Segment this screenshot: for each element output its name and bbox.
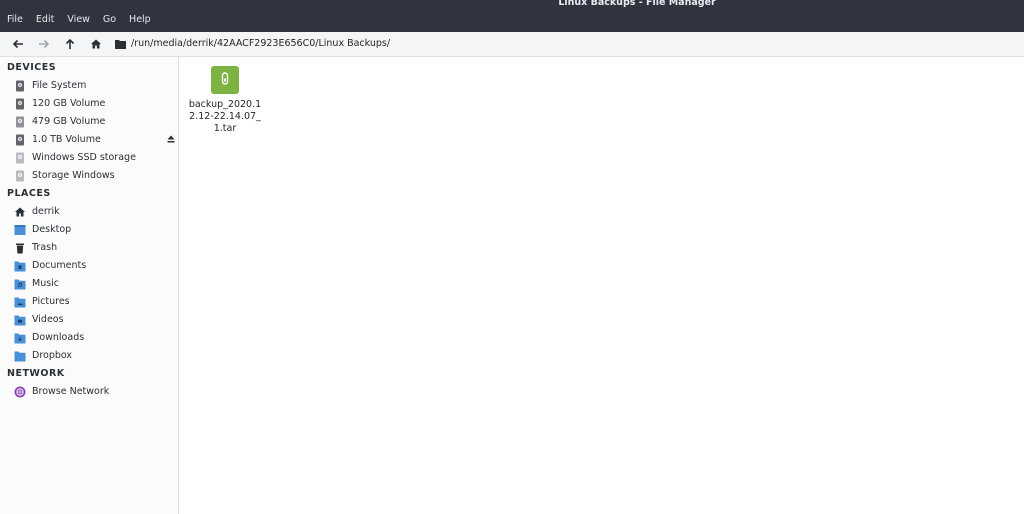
title-bar: Linux Backups - File Manager File Edit V… xyxy=(0,0,1024,32)
sidebar-item-label: Videos xyxy=(32,314,64,325)
sidebar-item-videos[interactable]: Videos xyxy=(0,311,178,329)
file-item[interactable]: backup_2020.12.12-22.14.07_1.tar xyxy=(185,66,265,135)
sidebar-item-label: 120 GB Volume xyxy=(32,98,106,109)
places-heading: PLACES xyxy=(7,188,51,199)
toolbar: /run/media/derrik/42AACF2923E656C0/Linux… xyxy=(0,32,1024,57)
sidebar-item-dropbox[interactable]: Dropbox xyxy=(0,347,178,365)
sidebar-item-pictures[interactable]: Pictures xyxy=(0,293,178,311)
menu-file[interactable]: File xyxy=(0,8,29,31)
sidebar-item-label: Documents xyxy=(32,260,87,271)
menu-view[interactable]: View xyxy=(60,8,96,31)
sidebar-item-file-system[interactable]: File System xyxy=(0,77,178,95)
sidebar-item-trash[interactable]: Trash xyxy=(0,239,178,257)
sidebar-item-desktop[interactable]: Desktop xyxy=(0,221,178,239)
sidebar-item-479gb-volume[interactable]: 479 GB Volume xyxy=(0,113,178,131)
sidebar-item-storage-windows[interactable]: Storage Windows xyxy=(0,167,178,185)
location-path[interactable]: /run/media/derrik/42AACF2923E656C0/Linux… xyxy=(131,38,390,49)
folder-icon xyxy=(115,40,126,49)
menu-edit[interactable]: Edit xyxy=(29,8,60,31)
sidebar-item-label: Browse Network xyxy=(32,386,110,397)
archive-icon xyxy=(211,66,239,94)
file-view[interactable]: backup_2020.12.12-22.14.07_1.tar xyxy=(179,57,1024,514)
back-button[interactable] xyxy=(10,36,26,52)
sidebar-item-1tb-volume[interactable]: 1.0 TB Volume xyxy=(0,131,178,149)
folder-music-icon xyxy=(14,279,26,290)
network-icon xyxy=(14,386,26,398)
network-heading: NETWORK xyxy=(7,368,65,379)
trash-icon xyxy=(16,243,24,254)
sidebar-item-label: Dropbox xyxy=(32,350,73,361)
up-button[interactable] xyxy=(62,36,78,52)
folder-videos-icon xyxy=(14,315,26,326)
arrow-left-icon xyxy=(12,39,23,49)
sidebar-item-label: Pictures xyxy=(32,296,70,307)
sidebar-item-label: 479 GB Volume xyxy=(32,116,106,127)
drive-icon xyxy=(16,116,24,128)
sidebar-item-label: Storage Windows xyxy=(32,170,115,181)
sidebar-item-derrik[interactable]: derrik xyxy=(0,203,178,221)
sidebar-item-documents[interactable]: Documents xyxy=(0,257,178,275)
desktop-icon xyxy=(14,225,26,235)
sidebar-item-label: Downloads xyxy=(32,332,85,343)
sidebar-item-120gb-volume[interactable]: 120 GB Volume xyxy=(0,95,178,113)
folder-icon xyxy=(14,351,26,362)
folder-pictures-icon xyxy=(14,297,26,308)
drive-icon xyxy=(16,152,24,164)
sidebar-item-music[interactable]: Music xyxy=(0,275,178,293)
menu-bar: File Edit View Go Help xyxy=(0,8,157,31)
arrow-up-icon xyxy=(65,38,75,49)
forward-button[interactable] xyxy=(36,36,52,52)
folder-documents-icon xyxy=(14,261,26,272)
file-name: backup_2020.12.12-22.14.07_1.tar xyxy=(188,99,262,134)
arrow-right-icon xyxy=(39,39,50,49)
sidebar-item-label: Windows SSD storage xyxy=(32,152,136,163)
drive-icon xyxy=(16,98,24,110)
sidebar-item-label: File System xyxy=(32,80,87,91)
sidebar-item-label: Music xyxy=(32,278,60,289)
home-button[interactable] xyxy=(88,36,104,52)
drive-icon xyxy=(16,170,24,182)
sidebar-item-label: Trash xyxy=(32,242,58,253)
menu-help[interactable]: Help xyxy=(122,8,157,31)
drive-icon xyxy=(16,80,24,92)
menu-go[interactable]: Go xyxy=(96,8,122,31)
window-title: Linux Backups - File Manager xyxy=(558,0,716,8)
sidebar-item-label: Desktop xyxy=(32,224,72,235)
drive-icon xyxy=(16,134,24,146)
sidebar-item-browse-network[interactable]: Browse Network xyxy=(0,383,178,401)
sidebar-item-label: 1.0 TB Volume xyxy=(32,134,101,145)
folder-downloads-icon xyxy=(14,333,26,344)
sidebar-item-downloads[interactable]: Downloads xyxy=(0,329,178,347)
home-icon xyxy=(91,39,101,49)
home-icon xyxy=(15,207,25,217)
sidebar-item-label: derrik xyxy=(32,206,60,217)
eject-icon[interactable] xyxy=(166,134,176,144)
sidebar-item-windows-ssd-storage[interactable]: Windows SSD storage xyxy=(0,149,178,167)
sidebar: DEVICES File System 120 GB Volume 479 GB… xyxy=(0,57,179,514)
devices-heading: DEVICES xyxy=(7,62,57,73)
